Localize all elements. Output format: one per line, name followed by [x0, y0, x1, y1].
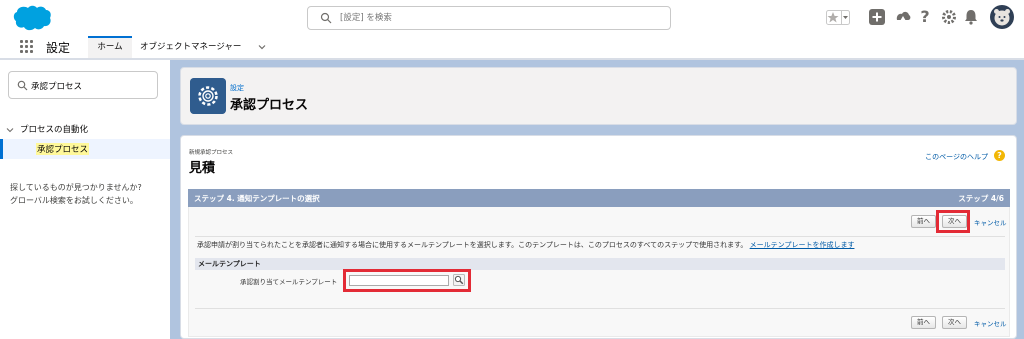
next-button-bottom[interactable]: 次へ	[942, 316, 967, 329]
help-text-line: グローバル検索をお試しください。	[10, 196, 138, 205]
step-header-bar: ステップ 4. 通知テンプレートの選択 ステップ 4/6	[188, 189, 1010, 207]
search-icon	[17, 80, 28, 91]
chevron-down-icon	[6, 127, 14, 132]
prev-button[interactable]: 前へ	[911, 215, 936, 228]
help-text-line: 探しているものが見つかりませんか?	[10, 183, 142, 192]
notifications-bell-icon[interactable]	[962, 8, 980, 26]
setup-gear-icon[interactable]	[940, 8, 958, 26]
section-email-template: メールテンプレート	[195, 258, 1005, 270]
description-text: 承認申請が割り当てられたことを承認者に通知する場合に使用するメールテンプレートを…	[197, 241, 748, 249]
step-body: 前へ 次へ キャンセル 承認申請が割り当てられたことを承認者に通知する場合に使用…	[188, 207, 1010, 337]
global-actions-icon[interactable]	[868, 8, 886, 26]
step-count: ステップ 4/6	[958, 194, 1004, 203]
salesforce-logo[interactable]	[12, 4, 52, 32]
favorites-icon[interactable]	[826, 8, 850, 26]
help-icon[interactable]: ?	[916, 8, 934, 26]
page-title: 承認プロセス	[230, 98, 309, 113]
search-icon	[320, 12, 332, 24]
chevron-down-icon[interactable]	[257, 42, 267, 52]
next-button-highlight	[936, 210, 970, 233]
app-launcher-icon[interactable]	[20, 40, 34, 54]
cancel-link-bottom[interactable]: キャンセル	[974, 318, 1007, 328]
quick-find-input[interactable]	[31, 79, 151, 93]
cancel-link[interactable]: キャンセル	[974, 217, 1007, 227]
wizard-title: 見積	[189, 161, 216, 176]
divider	[195, 236, 1005, 237]
prev-button-bottom[interactable]: 前へ	[911, 316, 936, 329]
tab-home[interactable]: ホーム	[88, 36, 132, 58]
sidebar-item-approval-processes[interactable]: 承認プロセス	[0, 139, 170, 159]
sidebar-help-text: 探しているものが見つかりませんか? グローバル検索をお試しください。	[10, 181, 166, 207]
user-avatar-icon[interactable]	[990, 5, 1014, 29]
setup-gear-icon	[190, 78, 226, 114]
app-name: 設定	[46, 41, 71, 55]
divider	[195, 308, 1005, 309]
global-search[interactable]	[307, 6, 671, 30]
wizard-card: 新規承認プロセス 見積 このページのヘルプ ? ステップ 4. 通知テンプレート…	[180, 135, 1017, 339]
breadcrumb[interactable]: 設定	[230, 83, 244, 93]
page-help-link[interactable]: このページのヘルプ	[925, 152, 988, 162]
global-header: ?	[0, 0, 1024, 36]
tree-group-label: プロセスの自動化	[20, 125, 89, 135]
page-header: 設定 承認プロセス	[180, 67, 1017, 125]
create-template-link[interactable]: メールテンプレートを作成します	[750, 241, 855, 249]
template-input-highlight	[343, 269, 471, 292]
step-description: 承認申請が割り当てられたことを承認者に通知する場合に使用するメールテンプレートを…	[197, 240, 854, 250]
wizard-subtitle: 新規承認プロセス	[189, 150, 234, 156]
sidebar-item-label: 承認プロセス	[36, 143, 90, 155]
trailhead-icon[interactable]	[894, 8, 912, 26]
step-title: ステップ 4. 通知テンプレートの選択	[194, 194, 320, 203]
setup-sidebar: プロセスの自動化 承認プロセス 探しているものが見つかりませんか? グローバル検…	[0, 60, 170, 339]
help-icon[interactable]: ?	[994, 150, 1005, 161]
tree-group-process-automation[interactable]: プロセスの自動化	[6, 123, 88, 135]
global-search-input[interactable]	[340, 10, 660, 26]
quick-find-box[interactable]	[8, 71, 158, 99]
tab-object-manager[interactable]: オブジェクトマネージャー	[140, 36, 241, 58]
template-field-label: 承認割り当てメールテンプレート	[240, 278, 338, 286]
navigation-bar: 設定 ホーム オブジェクトマネージャー	[0, 36, 1024, 60]
